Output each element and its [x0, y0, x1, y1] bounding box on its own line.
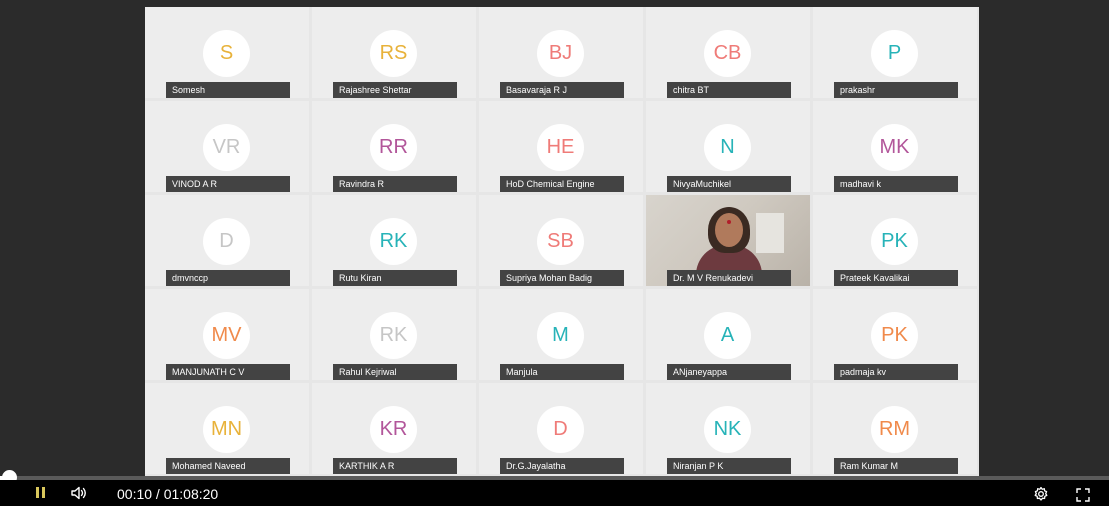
participant-name: Dr.G.Jayalatha — [500, 458, 624, 474]
participant-tile: MK madhavi k — [813, 101, 977, 192]
participant-tile: PK Prateek Kavalikai — [813, 195, 977, 286]
participant-name: dmvnccp — [166, 270, 290, 286]
participant-name: HoD Chemical Engine — [500, 176, 624, 192]
participant-tile: KR KARTHIK A R — [312, 383, 476, 474]
participant-name: Supriya Mohan Badig — [500, 270, 624, 286]
participant-tile: VR VINOD A R — [145, 101, 309, 192]
gear-icon[interactable] — [1033, 486, 1049, 502]
participant-name: Ram Kumar M — [834, 458, 958, 474]
participant-tile: RM Ram Kumar M — [813, 383, 977, 474]
participant-avatar: RK — [370, 218, 417, 265]
participant-name: Rajashree Shettar — [333, 82, 457, 98]
participant-tile: M Manjula — [479, 289, 643, 380]
participant-tile: HE HoD Chemical Engine — [479, 101, 643, 192]
volume-icon[interactable] — [70, 485, 88, 501]
participant-tile: MV MANJUNATH C V — [145, 289, 309, 380]
participant-avatar: D — [537, 406, 584, 453]
participant-avatar: M — [537, 312, 584, 359]
participant-tile: MN Mohamed Naveed — [145, 383, 309, 474]
participant-name: NivyaMuchikel — [667, 176, 791, 192]
participant-tile: RK Rahul Kejriwal — [312, 289, 476, 380]
participant-name: Mohamed Naveed — [166, 458, 290, 474]
participant-tile: BJ Basavaraja R J — [479, 7, 643, 98]
participant-avatar: RK — [370, 312, 417, 359]
participant-avatar: P — [871, 30, 918, 77]
participant-name: Ravindra R — [333, 176, 457, 192]
participant-name: Rutu Kiran — [333, 270, 457, 286]
participant-avatar: D — [203, 218, 250, 265]
participant-name: Niranjan P K — [667, 458, 791, 474]
participant-avatar: MV — [203, 312, 250, 359]
participant-avatar: RS — [370, 30, 417, 77]
participant-tile: PK padmaja kv — [813, 289, 977, 380]
participant-avatar: MK — [871, 124, 918, 171]
participant-name: prakashr — [834, 82, 958, 98]
participant-tile: N NivyaMuchikel — [646, 101, 810, 192]
participant-avatar: MN — [203, 406, 250, 453]
pause-icon[interactable] — [34, 486, 48, 500]
participant-avatar: S — [203, 30, 250, 77]
participant-tile: RS Rajashree Shettar — [312, 7, 476, 98]
participant-name: padmaja kv — [834, 364, 958, 380]
participant-tile: CB chitra BT — [646, 7, 810, 98]
participant-avatar: SB — [537, 218, 584, 265]
participant-name: chitra BT — [667, 82, 791, 98]
participant-name: Basavaraja R J — [500, 82, 624, 98]
participant-avatar: A — [704, 312, 751, 359]
participant-name: madhavi k — [834, 176, 958, 192]
participant-name: KARTHIK A R — [333, 458, 457, 474]
participant-avatar: CB — [704, 30, 751, 77]
participant-name: Dr. M V Renukadevi — [667, 270, 791, 286]
participant-name: Rahul Kejriwal — [333, 364, 457, 380]
participant-avatar: HE — [537, 124, 584, 171]
participant-tile: NK Niranjan P K — [646, 383, 810, 474]
participant-avatar: VR — [203, 124, 250, 171]
participant-avatar: PK — [871, 218, 918, 265]
participant-avatar: PK — [871, 312, 918, 359]
participant-tile-video: Dr. M V Renukadevi — [646, 195, 810, 286]
participant-name: Prateek Kavalikai — [834, 270, 958, 286]
time-display: 00:10 / 01:08:20 — [117, 486, 219, 502]
participant-tile: RR Ravindra R — [312, 101, 476, 192]
participant-tile: A ANjaneyappa — [646, 289, 810, 380]
participant-tile: Ddmvnccp — [145, 195, 309, 286]
participant-avatar: RM — [871, 406, 918, 453]
participant-tile: SB Supriya Mohan Badig — [479, 195, 643, 286]
participant-name: ANjaneyappa — [667, 364, 791, 380]
participant-avatar: N — [704, 124, 751, 171]
participant-tile: Pprakashr — [813, 7, 977, 98]
participant-name: Somesh — [166, 82, 290, 98]
participant-name: Manjula — [500, 364, 624, 380]
participant-tile: S Somesh — [145, 7, 309, 98]
fullscreen-icon[interactable] — [1076, 487, 1090, 502]
video-frame[interactable]: S Somesh RS Rajashree Shettar BJ Basavaraja R… — [0, 0, 1109, 480]
participant-avatar: KR — [370, 406, 417, 453]
participant-grid: S Somesh RS Rajashree Shettar BJ Basavaraja R… — [145, 7, 979, 477]
participant-name: MANJUNATH C V — [166, 364, 290, 380]
participant-tile: D Dr.G.Jayalatha — [479, 383, 643, 474]
participant-tile: RK Rutu Kiran — [312, 195, 476, 286]
participant-avatar: RR — [370, 124, 417, 171]
participant-avatar: NK — [704, 406, 751, 453]
participant-avatar: BJ — [537, 30, 584, 77]
participant-name: VINOD A R — [166, 176, 290, 192]
